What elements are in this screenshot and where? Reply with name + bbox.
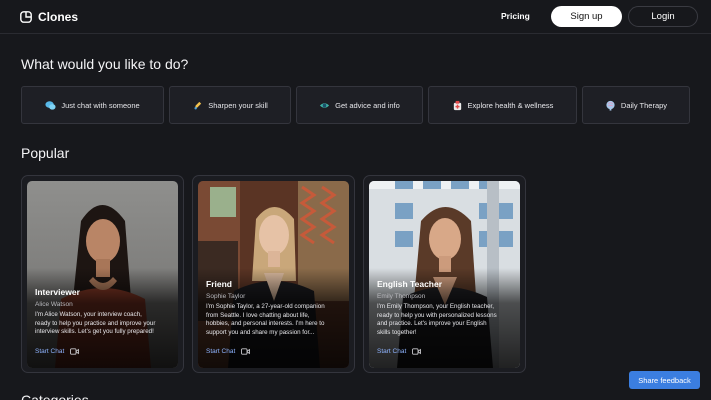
action-label: Get advice and info — [335, 100, 400, 110]
card-description-line: ready to help you with personalized less… — [377, 311, 497, 319]
card-person-name: Sophie Taylor — [206, 293, 246, 300]
card-description-line: interview skills. Let's get you fully pr… — [35, 328, 154, 336]
action-just-chat[interactable]: Just chat with someone — [21, 86, 164, 124]
clones-logo-icon — [20, 11, 32, 23]
top-header: Clones Pricing Sign up Login — [0, 0, 711, 34]
start-chat-label: Start Chat — [206, 348, 236, 355]
card-role: Interviewer — [35, 287, 80, 297]
card-person-name: Alice Watson — [35, 301, 73, 308]
card-role: English Teacher — [377, 279, 443, 289]
login-button[interactable]: Login — [628, 6, 698, 27]
card-description-line: ready to help you practice and improve y… — [35, 319, 156, 327]
start-chat-button[interactable]: Start Chat — [206, 348, 251, 355]
start-chat-button[interactable]: Start Chat — [377, 348, 422, 355]
popular-card-interviewer[interactable]: Interviewer Alice Watson I'm Alice Watso… — [21, 175, 184, 373]
card-description-line: skills together! — [377, 329, 417, 337]
health-icon — [453, 100, 461, 110]
eye-advice-icon — [320, 102, 330, 108]
card-description: I'm Alice Watson, your interview coach, … — [35, 311, 171, 337]
card-description-line: from Seattle. I love chatting about life… — [206, 311, 310, 319]
section-heading-popular: Popular — [21, 145, 70, 161]
action-get-advice[interactable]: Get advice and info — [296, 86, 423, 124]
action-label: Sharpen your skill — [208, 100, 268, 110]
brain-therapy-icon — [606, 100, 615, 111]
action-label: Daily Therapy — [620, 100, 668, 110]
card-description-line: hobbies, and personal interests. I'm her… — [206, 320, 325, 328]
card-description-line: support you and share my passion for... — [206, 329, 315, 337]
action-explore-health[interactable]: Explore health & wellness — [428, 86, 577, 124]
card-description: I'm Sophie Taylor, a 27-year-old compani… — [206, 303, 342, 338]
popular-card-friend[interactable]: Friend Sophie Taylor I'm Sophie Taylor, … — [192, 175, 355, 373]
start-chat-label: Start Chat — [35, 348, 65, 355]
pricing-link[interactable]: Pricing — [501, 11, 530, 21]
card-description-line: I'm Alice Watson, your interview coach, — [35, 311, 142, 318]
video-call-icon — [70, 348, 80, 355]
share-feedback-button[interactable]: Share feedback — [629, 371, 700, 389]
card-description-line: and practice. Let's improve your English — [377, 320, 487, 328]
section-heading-what-to-do: What would you like to do? — [21, 56, 189, 72]
video-call-icon — [412, 348, 422, 355]
section-heading-categories: Categories — [21, 392, 89, 400]
chat-bubbles-icon — [45, 100, 56, 110]
popular-card-english-teacher[interactable]: English Teacher Emily Thompson I'm Emily… — [363, 175, 526, 373]
card-description: I'm Emily Thompson, your English teacher… — [377, 303, 513, 338]
card-description-line: I'm Sophie Taylor, a 27-year-old compani… — [206, 303, 325, 310]
signup-button[interactable]: Sign up — [551, 6, 622, 27]
card-role: Friend — [206, 279, 232, 289]
card-person-name: Emily Thompson — [377, 293, 426, 300]
start-chat-label: Start Chat — [377, 348, 407, 355]
start-chat-button[interactable]: Start Chat — [35, 348, 80, 355]
logo-text: Clones — [38, 10, 79, 24]
card-description-line: I'm Emily Thompson, your English teacher… — [377, 303, 494, 310]
action-label: Explore health & wellness — [467, 100, 554, 110]
pencil-skill-icon — [194, 101, 202, 109]
action-daily-therapy[interactable]: Daily Therapy — [582, 86, 690, 124]
logo[interactable]: Clones — [20, 10, 78, 24]
action-label: Just chat with someone — [61, 100, 140, 110]
action-sharpen-skill[interactable]: Sharpen your skill — [169, 86, 291, 124]
video-call-icon — [241, 348, 251, 355]
